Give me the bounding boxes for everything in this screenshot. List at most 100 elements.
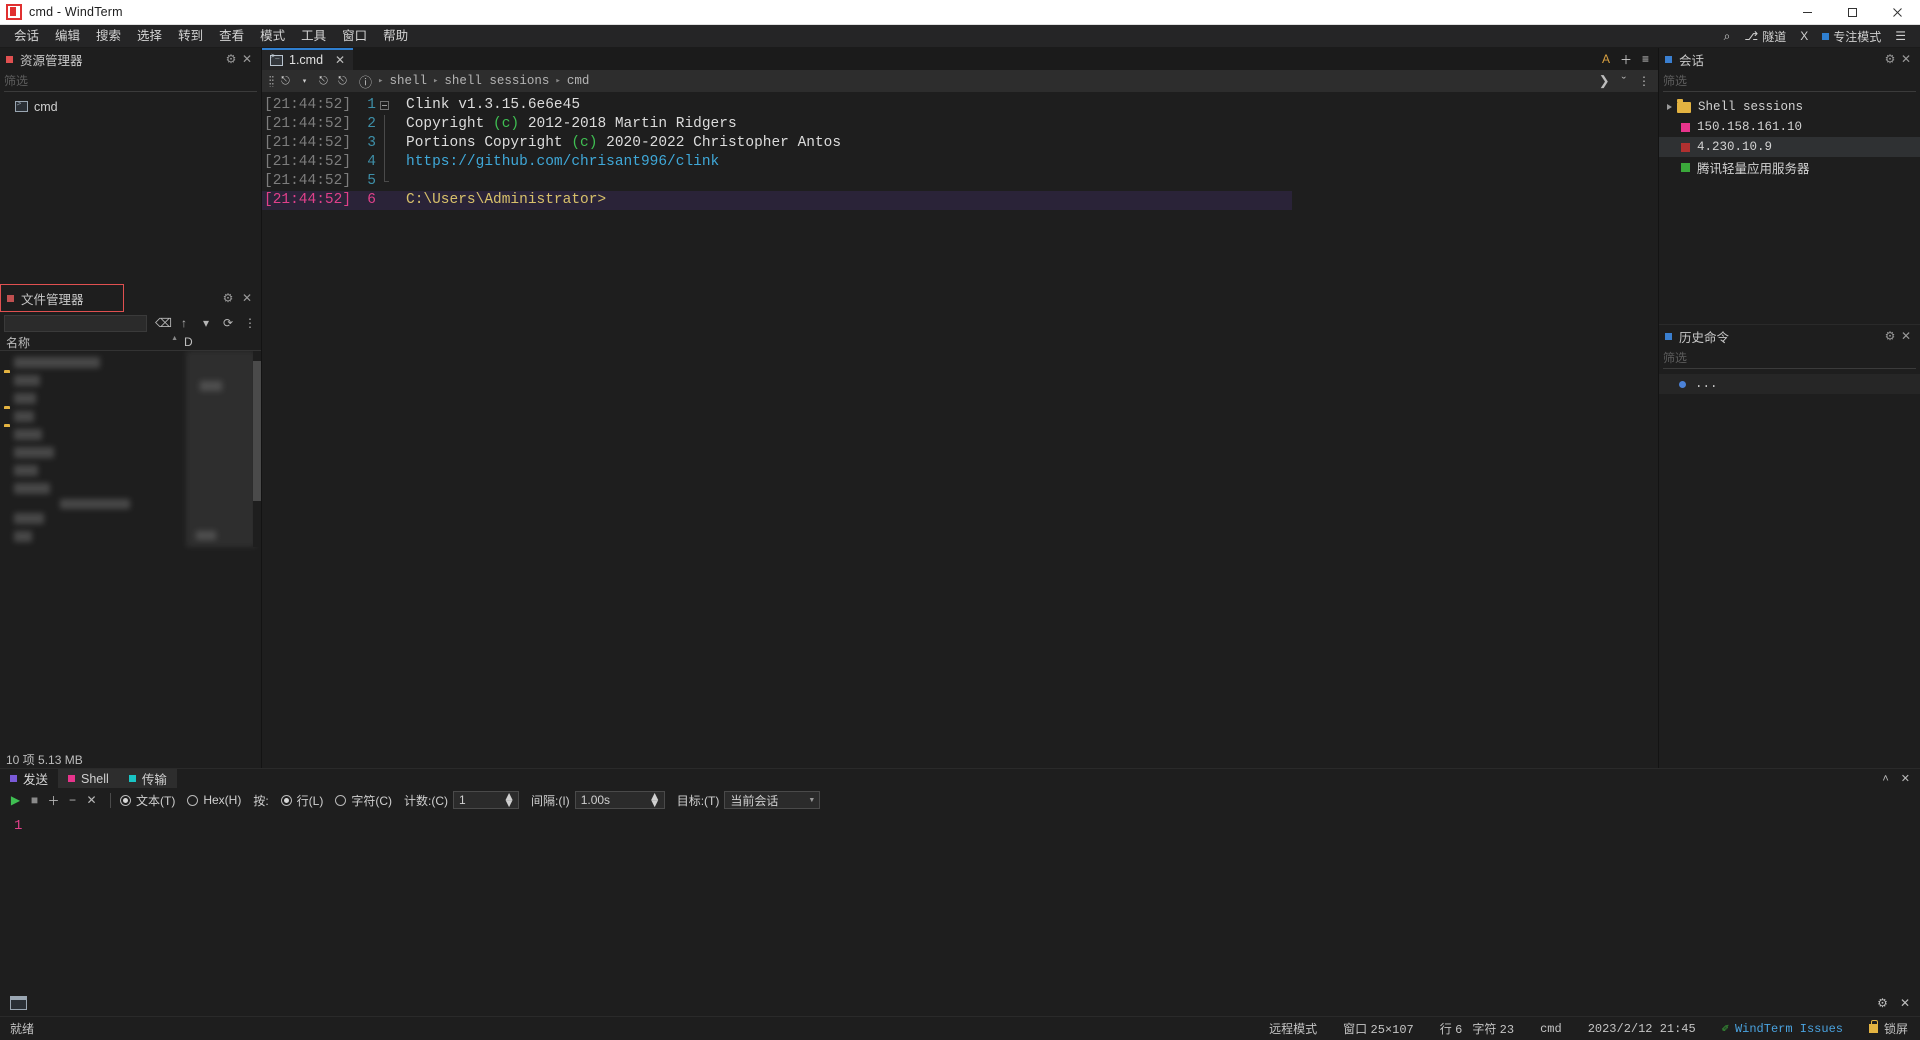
explorer-settings-icon[interactable]: ⚙ [223,52,239,66]
maximize-button[interactable] [1830,0,1875,25]
history-list: ... [1659,369,1920,394]
interval-stepper-arrows-icon[interactable]: ▲ ▼ [639,790,661,809]
explorer-filter[interactable] [4,71,257,92]
file-manager-close-icon[interactable]: ✕ [239,291,255,305]
interval-stepper[interactable]: 1.00s ▲ ▼ [574,790,665,809]
count-stepper-arrows-icon[interactable]: ▲ ▼ [493,790,515,809]
session-item-tencent[interactable]: 腾讯轻量应用服务器 [1659,157,1920,177]
chevron-down-icon[interactable]: ˇ [1622,74,1626,89]
send-tab-transfer[interactable]: 传输 [118,769,177,788]
history-close-icon[interactable]: ✕ [1898,329,1914,343]
send-start-icon[interactable]: ▶ [6,793,25,807]
menu-mode[interactable]: 模式 [252,25,293,48]
radio-by-line[interactable]: 行(L) [280,792,323,809]
run-icon[interactable]: ❯ [1599,73,1610,89]
send-stop-icon[interactable]: ■ [25,793,44,807]
status-cursor-position[interactable]: 行 6 字符 23 [1440,1020,1514,1037]
menu-session[interactable]: 会话 [6,25,47,48]
minimize-button[interactable] [1785,0,1830,25]
chevron-down-icon[interactable]: ▾ [199,316,213,330]
terminal-prompt-line[interactable]: [21:44:52] 6 C:\Users\Administrator> [262,191,1292,210]
breadcrumb-item-shell-sessions[interactable]: shell sessions [444,74,549,88]
menu-goto[interactable]: 转到 [170,25,211,48]
bottom-settings-icon[interactable]: ⚙ [1877,996,1888,1010]
font-size-icon[interactable]: A [1602,52,1610,66]
session-item-150-158-161-10[interactable]: 150.158.161.10 [1659,117,1920,137]
send-editor[interactable]: 1 [0,812,1920,990]
send-panel-collapse-icon[interactable]: ˄ [1882,773,1888,785]
new-pane-icon[interactable]: ⎋ [278,74,293,89]
history-settings-icon[interactable]: ⚙ [1882,329,1898,343]
breadcrumb-item-cmd[interactable]: cmd [567,74,590,88]
sessions-close-icon[interactable]: ✕ [1898,52,1914,66]
focus-mode-button[interactable]: 专注模式 [1818,26,1885,47]
chevron-right-icon[interactable] [1667,104,1672,110]
file-manager-scrollbar[interactable] [253,351,261,547]
terminal-icon[interactable] [10,996,27,1010]
drag-grip-icon[interactable] [269,75,274,87]
sessions-filter[interactable] [1663,71,1916,92]
file-manager-settings-icon[interactable]: ⚙ [220,291,236,305]
back-icon[interactable]: ⌫ [155,316,172,330]
pane-more-icon[interactable]: ⋮ [1638,74,1650,88]
target-select[interactable]: 当前会话 ▼ [724,791,821,809]
session-item-4-230-10-9[interactable]: 4.230.10.9 [1659,137,1920,157]
file-manager-path-input[interactable] [4,314,147,332]
status-issues-link[interactable]: ✐ WindTerm Issues [1722,1021,1843,1037]
explorer-close-icon[interactable]: ✕ [239,52,255,66]
sessions-folder-shell-sessions[interactable]: Shell sessions [1659,97,1920,117]
send-tab-send[interactable]: 发送 [0,769,58,788]
tunnel-button[interactable]: ⎇ 隧道 [1740,26,1790,47]
tab-1-cmd[interactable]: 1.cmd ✕ [262,48,354,70]
menu-help[interactable]: 帮助 [375,25,416,48]
more-icon[interactable]: ⋮ [243,316,257,330]
radio-mode-hex[interactable]: Hex(H) [187,793,241,807]
refresh-icon[interactable]: ⟳ [221,316,235,330]
menu-search[interactable]: 搜索 [88,25,129,48]
terminal-output[interactable]: [21:44:52] 1 Clink v1.3.15.6e6e45 [21:44… [262,92,1658,768]
new-tab-icon[interactable]: ＋ [1620,51,1632,68]
status-lock-button[interactable]: 锁屏 [1868,1020,1908,1037]
menu-window[interactable]: 窗口 [334,25,375,48]
tab-close-icon[interactable]: ✕ [335,53,345,67]
sessions-filter-input[interactable] [1663,74,1916,88]
history-filter-input[interactable] [1663,351,1916,365]
status-remote-mode[interactable]: 远程模式 [1269,1020,1317,1037]
tab-list-icon[interactable]: ≡ [1642,52,1649,66]
send-remove-icon[interactable]: − [63,793,82,807]
info-icon[interactable]: ⓘ [359,72,372,91]
breadcrumb-item-shell[interactable]: shell [389,74,427,88]
count-stepper[interactable]: 1 ▲ ▼ [453,790,520,809]
send-clear-icon[interactable]: ✕ [82,793,101,807]
line-link[interactable]: https://github.com/chrisant996/clink [392,153,719,172]
send-tab-shell[interactable]: Shell [58,769,119,788]
menu-tools[interactable]: 工具 [293,25,334,48]
send-add-icon[interactable]: ＋ [44,792,63,809]
close-pane-icon[interactable]: ⎋ [316,74,331,89]
up-icon[interactable]: ↑ [177,316,191,330]
close-button[interactable] [1875,0,1920,25]
menu-edit[interactable]: 编辑 [47,25,88,48]
column-name[interactable]: 名称 [0,334,184,351]
menu-select[interactable]: 选择 [129,25,170,48]
history-item[interactable]: ... [1659,374,1920,394]
search-icon[interactable]: ⌕ [1720,26,1735,47]
radio-by-char[interactable]: 字符(C) [335,792,392,809]
history-filter[interactable] [1663,348,1916,369]
menu-view[interactable]: 查看 [211,25,252,48]
reset-pane-icon[interactable]: ⎋ [335,74,350,89]
explorer-item-cmd[interactable]: cmd [0,97,261,116]
file-manager-list[interactable] [0,351,261,750]
column-date[interactable]: D [184,335,193,349]
radio-mode-text[interactable]: 文本(T) [120,792,175,809]
status-shell[interactable]: cmd [1540,1022,1562,1036]
explorer-filter-input[interactable] [4,74,257,88]
fold-toggle-icon[interactable] [376,101,392,110]
chevron-down-icon[interactable]: ▾ [297,74,312,89]
x-button[interactable]: X [1796,26,1812,47]
status-window-size[interactable]: 窗口 25×107 [1343,1020,1414,1037]
sessions-settings-icon[interactable]: ⚙ [1882,52,1898,66]
send-panel-close-icon[interactable]: ✕ [1901,772,1910,785]
bottom-close-icon[interactable]: ✕ [1900,996,1910,1010]
overflow-menu-icon[interactable]: ☰ [1891,26,1910,47]
